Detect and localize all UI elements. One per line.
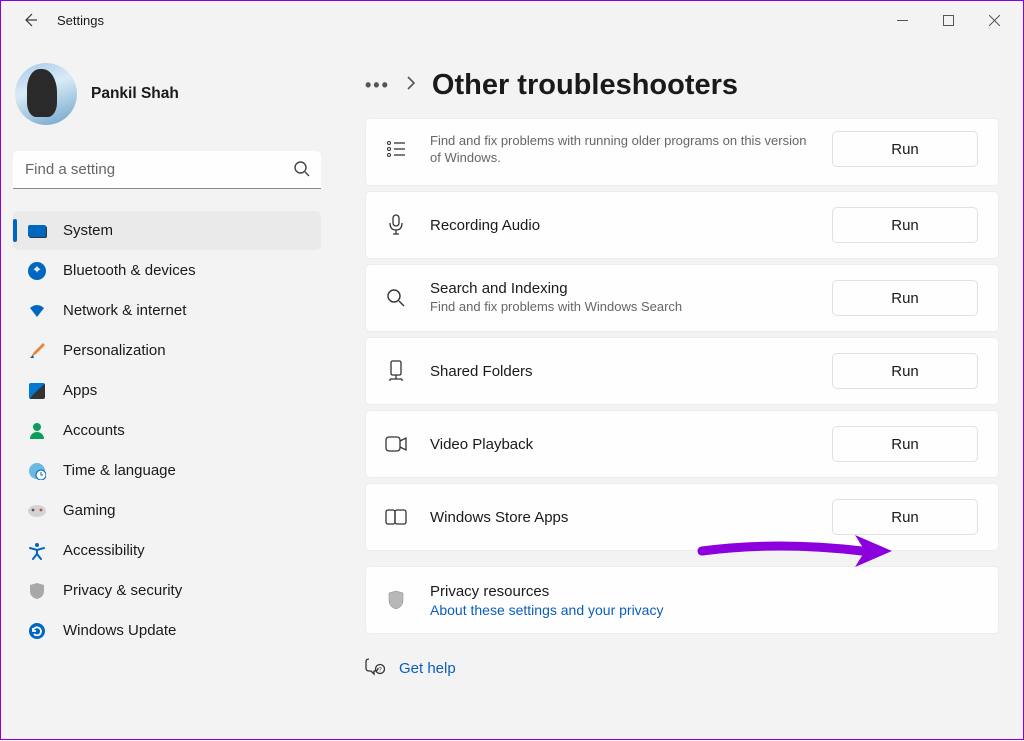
run-button-store[interactable]: Run — [832, 499, 978, 535]
sidebar: Pankil Shah System ⌖ Bluetooth & devices … — [1, 39, 333, 741]
run-button[interactable]: Run — [832, 207, 978, 243]
video-icon — [384, 436, 408, 452]
run-button[interactable]: Run — [832, 131, 978, 167]
accessibility-icon — [27, 541, 47, 561]
close-button[interactable] — [971, 4, 1017, 36]
card-title: Shared Folders — [430, 363, 810, 380]
paintbrush-icon — [27, 341, 47, 361]
card-title: Recording Audio — [430, 217, 810, 234]
nav-label: Privacy & security — [63, 582, 182, 599]
clock-globe-icon — [27, 461, 47, 481]
nav-label: Accounts — [63, 422, 125, 439]
nav-item-bluetooth[interactable]: ⌖ Bluetooth & devices — [13, 251, 321, 290]
nav-item-accounts[interactable]: Accounts — [13, 411, 321, 450]
nav-label: Windows Update — [63, 622, 176, 639]
store-apps-icon — [384, 509, 408, 525]
nav-item-apps[interactable]: Apps — [13, 371, 321, 410]
monitor-icon — [27, 221, 47, 241]
nav-label: Gaming — [63, 502, 116, 519]
nav-label: System — [63, 222, 113, 239]
card-title: Windows Store Apps — [430, 509, 810, 526]
apps-icon — [27, 381, 47, 401]
titlebar: Settings — [1, 1, 1023, 39]
help-icon: ? — [365, 656, 385, 681]
gamepad-icon — [27, 501, 47, 521]
troubleshooter-card-search: Search and Indexing Find and fix problems… — [365, 264, 999, 332]
run-button[interactable]: Run — [832, 280, 978, 316]
troubleshooter-list: Find and fix problems with running older… — [365, 118, 999, 634]
nav-label: Network & internet — [63, 302, 186, 319]
card-title: Video Playback — [430, 436, 810, 453]
wifi-icon — [27, 301, 47, 321]
page-header: ••• Other troubleshooters — [365, 69, 999, 102]
nav-item-system[interactable]: System — [13, 211, 321, 250]
window-title: Settings — [57, 13, 104, 28]
window-controls — [879, 4, 1017, 36]
back-button[interactable] — [21, 11, 39, 29]
shield-icon — [384, 590, 408, 610]
troubleshooter-card-store: Windows Store Apps Run — [365, 483, 999, 551]
troubleshooter-card-shared: Shared Folders Run — [365, 337, 999, 405]
nav-label: Accessibility — [63, 542, 145, 559]
update-icon — [27, 621, 47, 641]
privacy-resources-card: Privacy resources About these settings a… — [365, 566, 999, 634]
avatar — [15, 63, 77, 125]
nav-list: System ⌖ Bluetooth & devices Network & in… — [13, 211, 321, 650]
nav-label: Bluetooth & devices — [63, 262, 196, 279]
nav-item-personalization[interactable]: Personalization — [13, 331, 321, 370]
minimize-button[interactable] — [879, 4, 925, 36]
nav-item-update[interactable]: Windows Update — [13, 611, 321, 650]
nav-label: Personalization — [63, 342, 166, 359]
nav-item-privacy[interactable]: Privacy & security — [13, 571, 321, 610]
get-help-link[interactable]: Get help — [399, 660, 456, 677]
microphone-icon — [384, 214, 408, 236]
maximize-button[interactable] — [925, 4, 971, 36]
search-input[interactable] — [13, 151, 321, 189]
list-icon — [384, 140, 408, 158]
shield-icon — [27, 581, 47, 601]
card-subtitle: Find and fix problems with Windows Searc… — [430, 299, 810, 316]
breadcrumb-overflow[interactable]: ••• — [365, 75, 390, 96]
user-profile[interactable]: Pankil Shah — [13, 49, 321, 151]
nav-item-network[interactable]: Network & internet — [13, 291, 321, 330]
card-subtitle: Find and fix problems with running older… — [430, 133, 810, 167]
get-help-row: ? Get help — [365, 634, 999, 681]
nav-label: Time & language — [63, 462, 176, 479]
user-name: Pankil Shah — [91, 85, 179, 103]
run-button[interactable]: Run — [832, 426, 978, 462]
search-icon — [293, 160, 311, 183]
nav-item-time[interactable]: Time & language — [13, 451, 321, 490]
nav-label: Apps — [63, 382, 97, 399]
main-content: ••• Other troubleshooters Find and fix p… — [333, 39, 1023, 741]
nav-item-accessibility[interactable]: Accessibility — [13, 531, 321, 570]
person-icon — [27, 421, 47, 441]
search-icon — [384, 288, 408, 308]
troubleshooter-card-video: Video Playback Run — [365, 410, 999, 478]
card-title: Privacy resources — [430, 583, 978, 600]
troubleshooter-card-compat: Find and fix problems with running older… — [365, 118, 999, 186]
troubleshooter-card-recording: Recording Audio Run — [365, 191, 999, 259]
search-wrapper — [13, 151, 321, 189]
card-title: Search and Indexing — [430, 280, 810, 297]
privacy-link[interactable]: About these settings and your privacy — [430, 602, 978, 618]
bluetooth-icon: ⌖ — [27, 261, 47, 281]
page-title: Other troubleshooters — [432, 69, 738, 102]
folder-network-icon — [384, 360, 408, 382]
nav-item-gaming[interactable]: Gaming — [13, 491, 321, 530]
run-button[interactable]: Run — [832, 353, 978, 389]
chevron-right-icon — [406, 76, 416, 95]
